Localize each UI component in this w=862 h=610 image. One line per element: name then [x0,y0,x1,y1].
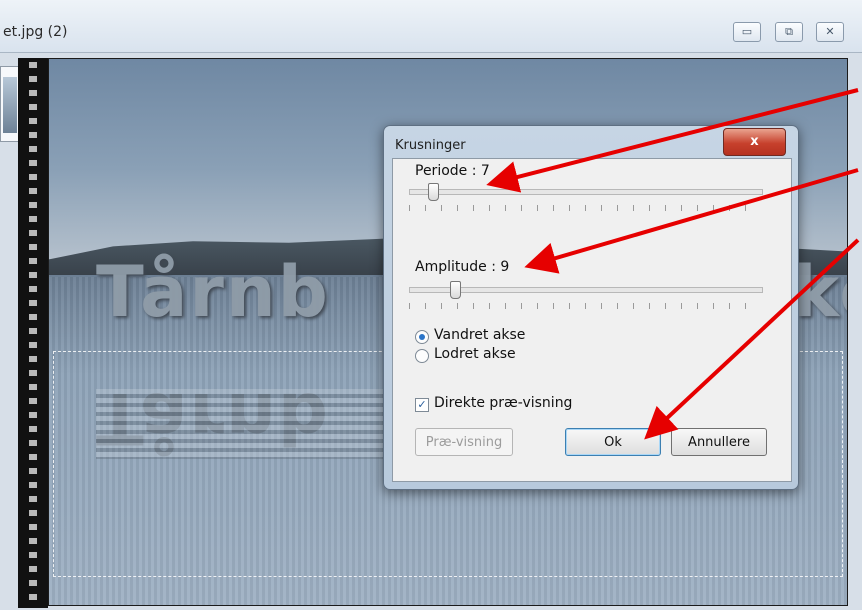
restore-button[interactable]: ⧉ [775,22,803,42]
amplitude-slider-track[interactable] [409,287,763,293]
thumbnail-image [3,77,17,133]
period-label: Periode : 7 [415,163,490,179]
amplitude-slider-thumb[interactable] [450,281,461,299]
radio-horizontal[interactable] [415,330,429,344]
window-title: et.jpg (2) [3,24,68,40]
filmstrip-border [18,58,48,608]
minimize-button[interactable]: ▭ [733,22,761,42]
preview-button[interactable]: Præ-visning [415,428,513,456]
live-preview-checkbox[interactable]: ✓ [415,398,429,412]
period-slider-track[interactable] [409,189,763,195]
watermark-text: Tårnb [96,251,330,333]
dialog-body: Periode : 7 Amplitude : 9 Vandret akse L… [392,158,792,482]
restore-icon: ⧉ [785,25,793,38]
filmstrip-holes [29,62,37,606]
dialog-close-button[interactable]: x [723,128,786,156]
close-window-button[interactable]: ✕ [816,22,844,42]
ripple-dialog: Krusninger x Periode : 7 Amplitude : 9 V… [383,125,799,490]
window-titlebar: et.jpg (2) ▭ ⧉ ✕ [0,0,862,53]
period-slider-thumb[interactable] [428,183,439,201]
dialog-title: Krusninger [395,138,466,153]
close-icon: ✕ [825,25,835,38]
thumbnail-strip-item[interactable] [0,66,20,142]
radio-horizontal-label: Vandret akse [434,327,526,343]
radio-vertical[interactable] [415,349,429,363]
cancel-button[interactable]: Annullere [671,428,767,456]
period-slider-ticks [409,205,761,211]
amplitude-slider-ticks [409,303,761,309]
radio-vertical-label: Lodret akse [434,346,516,362]
live-preview-label: Direkte præ-visning [434,395,573,411]
amplitude-label: Amplitude : 9 [415,259,510,275]
minimize-icon: ▭ [741,25,753,38]
ok-button[interactable]: Ok [565,428,661,456]
